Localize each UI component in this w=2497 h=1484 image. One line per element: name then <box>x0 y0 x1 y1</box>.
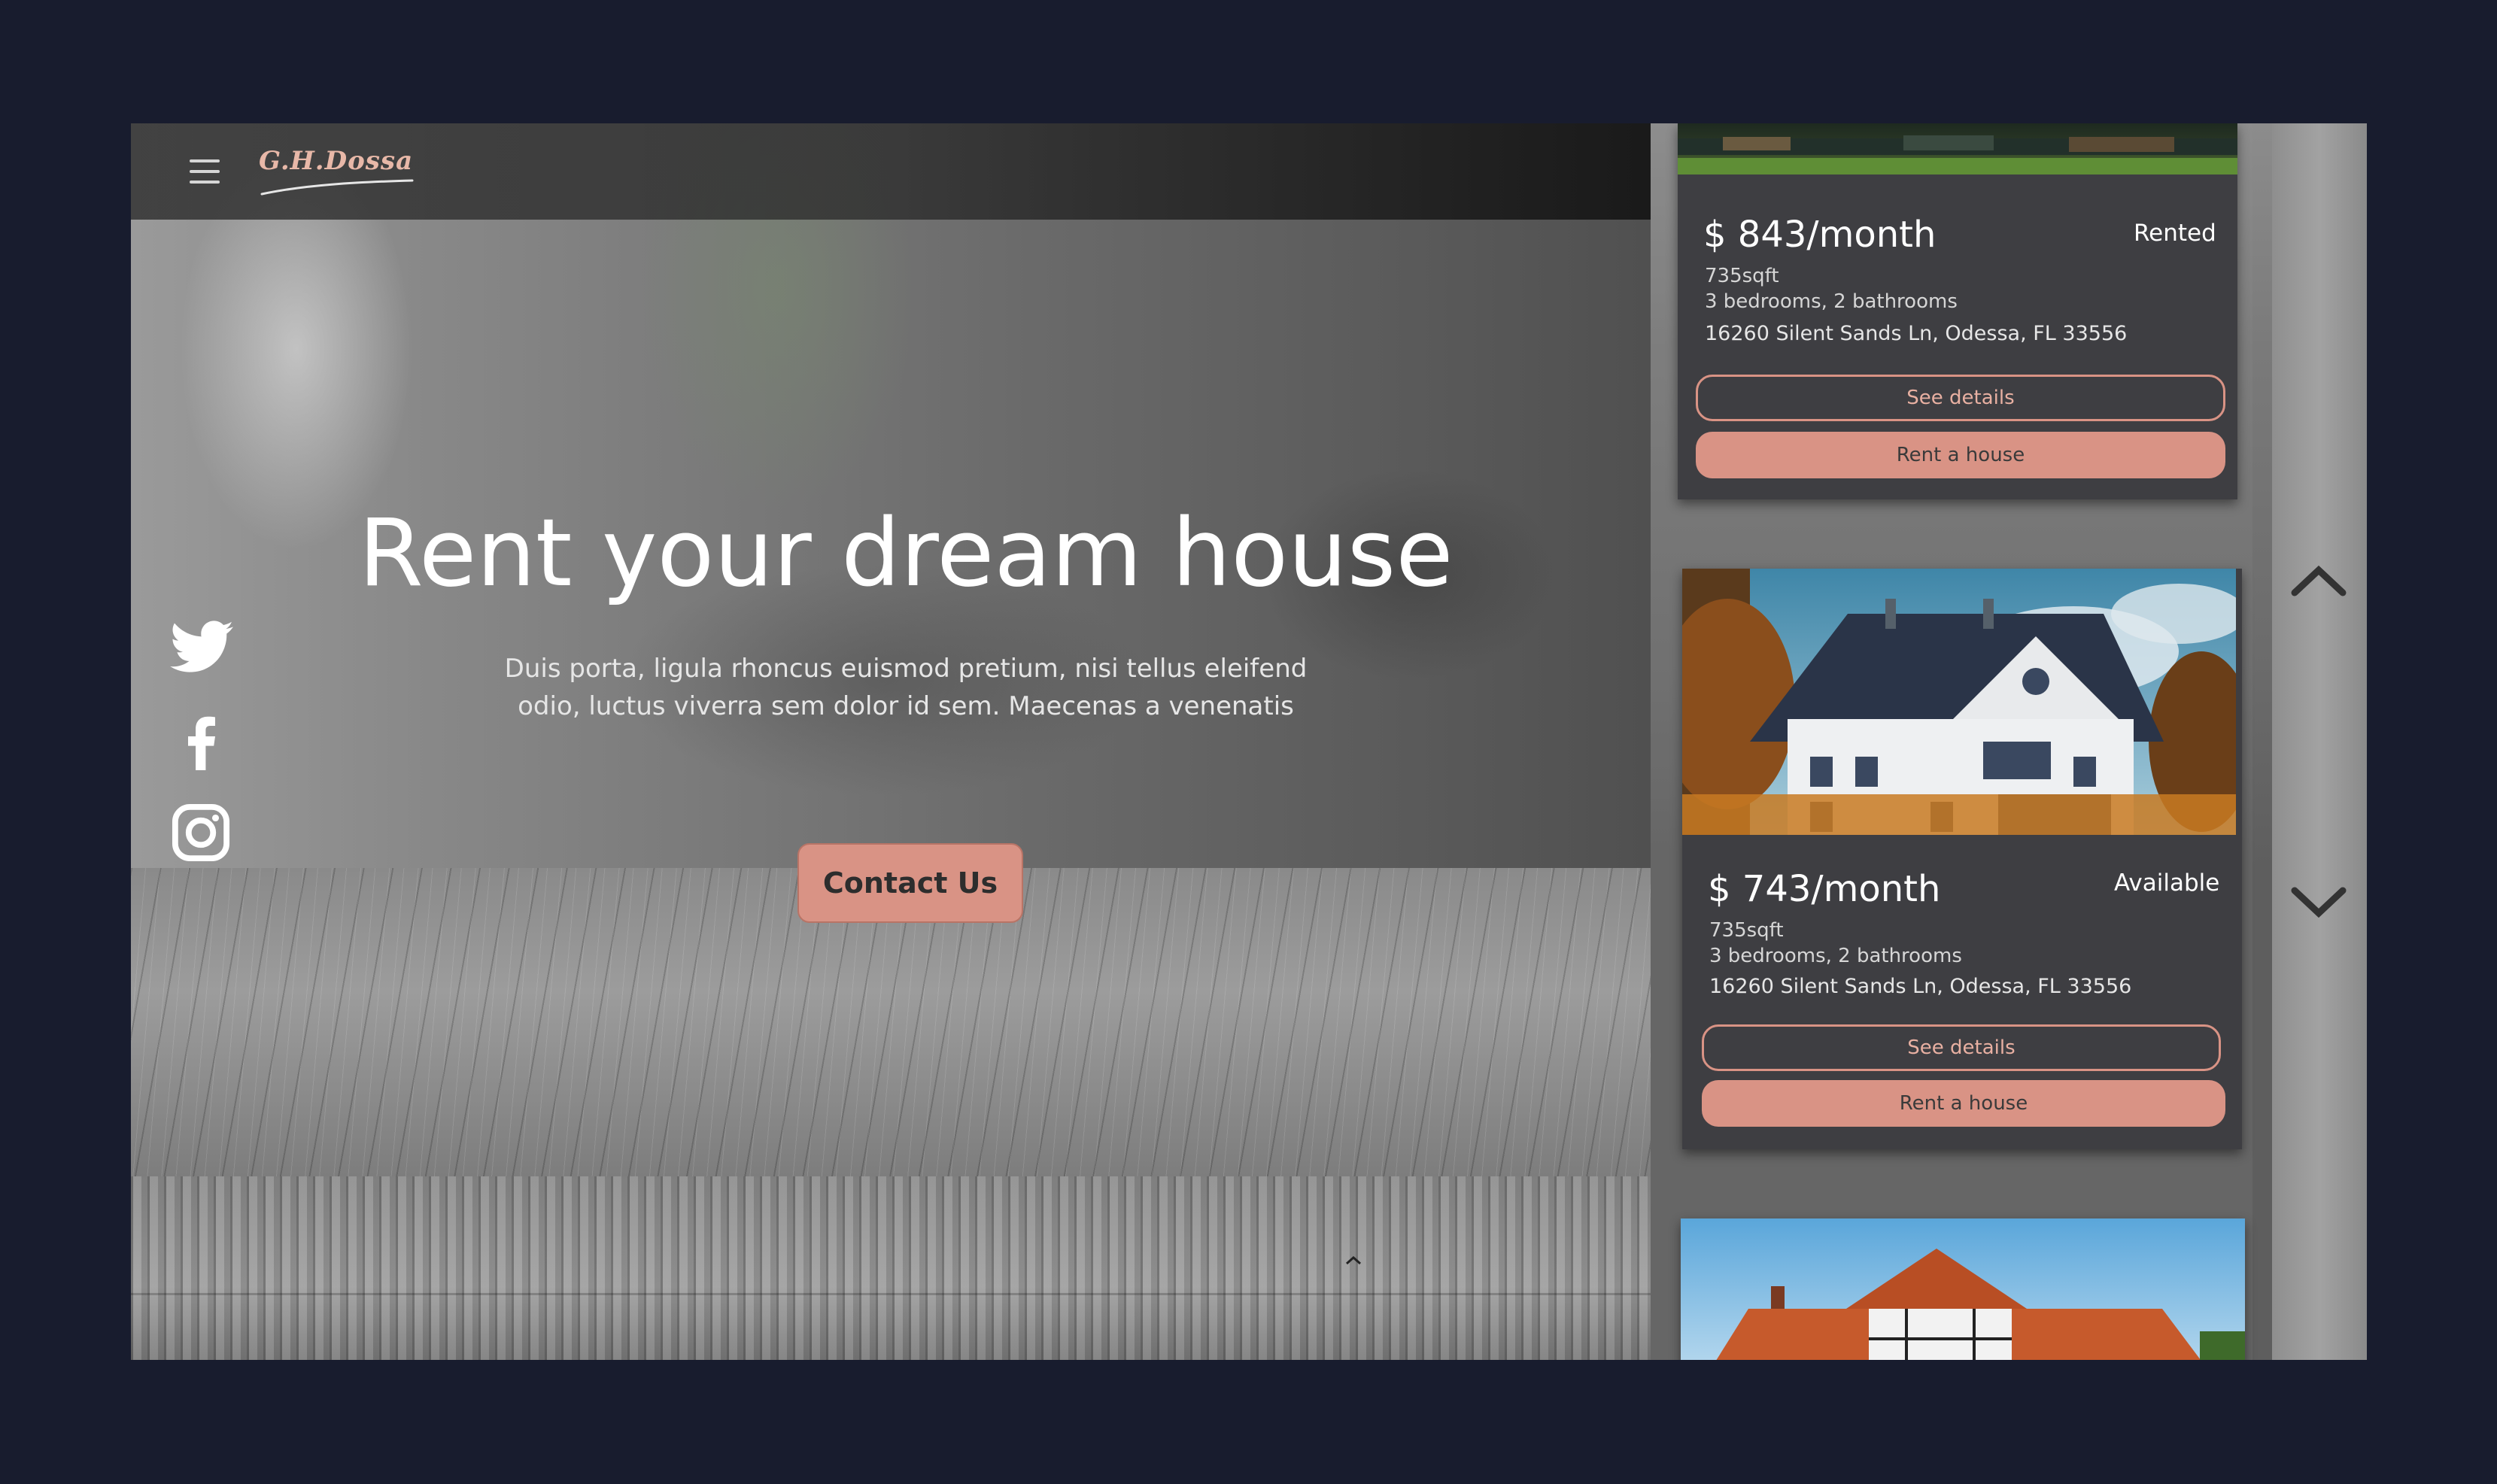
listing-card: $ 743/month Available 735sqft 3 bedrooms… <box>1682 569 2242 1149</box>
rent-house-button[interactable]: Rent a house <box>1702 1080 2225 1127</box>
instagram-icon[interactable] <box>172 803 230 862</box>
listing-photo <box>1682 569 2242 835</box>
listing-rooms: 3 bedrooms, 2 bathrooms <box>1705 290 1958 313</box>
top-navbar: G.H.Dossa <box>131 123 1651 220</box>
contact-us-button[interactable]: Contact Us <box>797 843 1023 923</box>
app-frame: G.H.Dossa Rent your dream house Duis por… <box>131 123 2367 1360</box>
see-details-button[interactable]: See details <box>1696 375 2225 421</box>
brand-logo[interactable]: G.H.Dossa <box>259 138 417 206</box>
caret-up-icon[interactable] <box>1344 1253 1363 1268</box>
hero-subtitle-line-1: Duis porta, ligula rhoncus euismod preti… <box>504 654 1308 684</box>
listing-photo <box>1681 1218 2245 1360</box>
rent-house-button[interactable]: Rent a house <box>1696 432 2225 478</box>
twitter-icon[interactable] <box>170 620 233 674</box>
house-photo-strip <box>1678 135 2237 174</box>
house-photo <box>1681 1218 2245 1360</box>
logo-swoosh-icon <box>260 179 414 196</box>
hero-subtitle: Duis porta, ligula rhoncus euismod preti… <box>492 650 1320 725</box>
hamburger-menu-icon[interactable] <box>190 149 223 194</box>
hero-subtitle-line-2: odio, luctus viverra sem dolor id sem. M… <box>518 691 1294 721</box>
logo-text: G.H.Dossa <box>259 146 414 176</box>
listing-status: Rented <box>2134 220 2216 247</box>
house-photo <box>1682 569 2242 835</box>
facebook-icon[interactable] <box>187 716 217 770</box>
see-details-button[interactable]: See details <box>1702 1024 2221 1071</box>
listing-address: 16260 Silent Sands Ln, Odessa, FL 33556 <box>1709 975 2132 998</box>
hero-room-image <box>131 123 1651 868</box>
listing-card <box>1681 1218 2245 1360</box>
listing-area: 735sqft <box>1705 265 1779 287</box>
listing-address: 16260 Silent Sands Ln, Odessa, FL 33556 <box>1705 322 2128 345</box>
listing-status: Available <box>2114 869 2220 897</box>
listing-area: 735sqft <box>1709 919 1784 942</box>
scroll-rail <box>2272 123 2367 1360</box>
listing-photo <box>1678 123 2237 174</box>
listing-price: $ 843/month <box>1703 214 1937 256</box>
chevron-up-icon[interactable] <box>2290 564 2347 597</box>
listing-price: $ 743/month <box>1708 868 1941 910</box>
chevron-down-icon[interactable] <box>2290 885 2347 918</box>
hero-title: Rent your dream house <box>358 499 1454 608</box>
footer-wood-texture <box>131 1176 1651 1360</box>
listing-card: $ 843/month Rented 735sqft 3 bedrooms, 2… <box>1678 123 2237 499</box>
listing-rooms: 3 bedrooms, 2 bathrooms <box>1709 945 1962 967</box>
